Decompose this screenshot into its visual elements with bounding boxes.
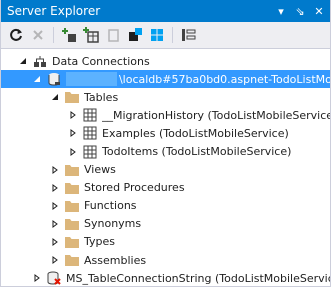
expand-arrow-icon[interactable] xyxy=(67,127,79,139)
expand-arrow-icon[interactable] xyxy=(67,109,79,121)
toolbar-separator xyxy=(172,27,173,43)
tree-item-types[interactable]: Types xyxy=(1,233,330,251)
properties-icon[interactable] xyxy=(177,24,199,46)
redacted-server-name xyxy=(66,72,117,87)
expand-arrow-icon[interactable] xyxy=(49,218,61,230)
window-position-dropdown[interactable]: ▾ xyxy=(273,3,289,19)
expand-arrow-icon[interactable] xyxy=(49,254,61,266)
folder-icon xyxy=(64,216,80,232)
folder-icon xyxy=(64,89,80,105)
collapse-arrow-icon[interactable] xyxy=(17,55,29,67)
panel-title: Server Explorer xyxy=(7,4,101,18)
tree-item-label: Assemblies xyxy=(84,253,147,267)
tree-item-label: Views xyxy=(84,163,116,177)
tree-item-tables[interactable]: Tables xyxy=(1,88,330,106)
connect-azure-icon[interactable] xyxy=(124,24,146,46)
folder-icon xyxy=(64,180,80,196)
table-icon xyxy=(82,107,98,123)
pin-icon[interactable]: ⇘ xyxy=(292,3,308,19)
tree-item-table[interactable]: TodoItems (TodoListMobileService) xyxy=(1,142,330,160)
expand-arrow-icon[interactable] xyxy=(67,146,79,158)
tree-item-table[interactable]: Examples (TodoListMobileService) xyxy=(1,124,330,142)
collapse-arrow-icon[interactable] xyxy=(49,91,61,103)
tree-item-label: Synonyms xyxy=(84,217,142,231)
new-query-icon[interactable] xyxy=(102,24,124,46)
expand-arrow-icon[interactable] xyxy=(49,236,61,248)
tree-item-label: Examples (TodoListMobileService) xyxy=(102,126,289,140)
tree-item-synonyms[interactable]: Synonyms xyxy=(1,215,330,233)
tree-item-data-connections[interactable]: Data Connections xyxy=(1,52,330,70)
expand-arrow-icon[interactable] xyxy=(49,182,61,194)
close-icon[interactable]: ✕ xyxy=(311,3,327,19)
refresh-icon[interactable] xyxy=(5,24,27,46)
table-icon xyxy=(82,125,98,141)
tree-item-stored-procedures[interactable]: Stored Procedures xyxy=(1,179,330,197)
add-table-icon[interactable] xyxy=(80,24,102,46)
stop-icon[interactable] xyxy=(27,24,49,46)
tree-item-table[interactable]: __MigrationHistory (TodoListMobileServic… xyxy=(1,106,330,124)
collapse-arrow-icon[interactable] xyxy=(31,73,43,85)
tree-item-label: Functions xyxy=(84,199,137,213)
tree-item-label: \localdb#57ba0bd0.aspnet-TodoListMobileS… xyxy=(118,72,330,86)
title-bar: Server Explorer ▾ ⇘ ✕ xyxy=(1,0,330,22)
tree-item-label: Stored Procedures xyxy=(84,181,185,195)
folder-icon xyxy=(64,252,80,268)
server-explorer-panel: Server Explorer ▾ ⇘ ✕ Data Connections \… xyxy=(0,0,331,287)
folder-icon xyxy=(64,162,80,178)
tree-item-label: Tables xyxy=(84,90,119,104)
expand-arrow-icon[interactable] xyxy=(49,164,61,176)
server-tree: Data Connections \localdb#57ba0bd0.aspne… xyxy=(1,49,330,286)
tree-item-localdb-connection[interactable]: \localdb#57ba0bd0.aspnet-TodoListMobileS… xyxy=(1,70,330,89)
table-icon xyxy=(82,144,98,160)
tree-item-label: Types xyxy=(84,235,115,249)
tree-item-label: __MigrationHistory (TodoListMobileServic… xyxy=(102,108,330,122)
database-disconnected-icon xyxy=(46,270,62,286)
windows-icon[interactable] xyxy=(146,24,168,46)
tree-item-label: MS_TableConnectionString (TodoListMobile… xyxy=(66,271,330,285)
expand-arrow-icon[interactable] xyxy=(31,272,43,284)
tree-item-views[interactable]: Views xyxy=(1,161,330,179)
tree-item-ms-connection[interactable]: MS_TableConnectionString (TodoListMobile… xyxy=(1,269,330,286)
database-connection-icon xyxy=(46,71,62,87)
folder-icon xyxy=(64,198,80,214)
tree-item-assemblies[interactable]: Assemblies xyxy=(1,251,330,269)
tree-item-functions[interactable]: Functions xyxy=(1,197,330,215)
toolbar-separator xyxy=(53,27,54,43)
tree-item-label: Data Connections xyxy=(52,54,150,68)
expand-arrow-icon[interactable] xyxy=(49,200,61,212)
toolbar xyxy=(1,22,330,49)
tree-item-label: TodoItems (TodoListMobileService) xyxy=(102,145,292,159)
data-connections-icon xyxy=(32,53,48,69)
connect-database-icon[interactable] xyxy=(58,24,80,46)
folder-icon xyxy=(64,234,80,250)
